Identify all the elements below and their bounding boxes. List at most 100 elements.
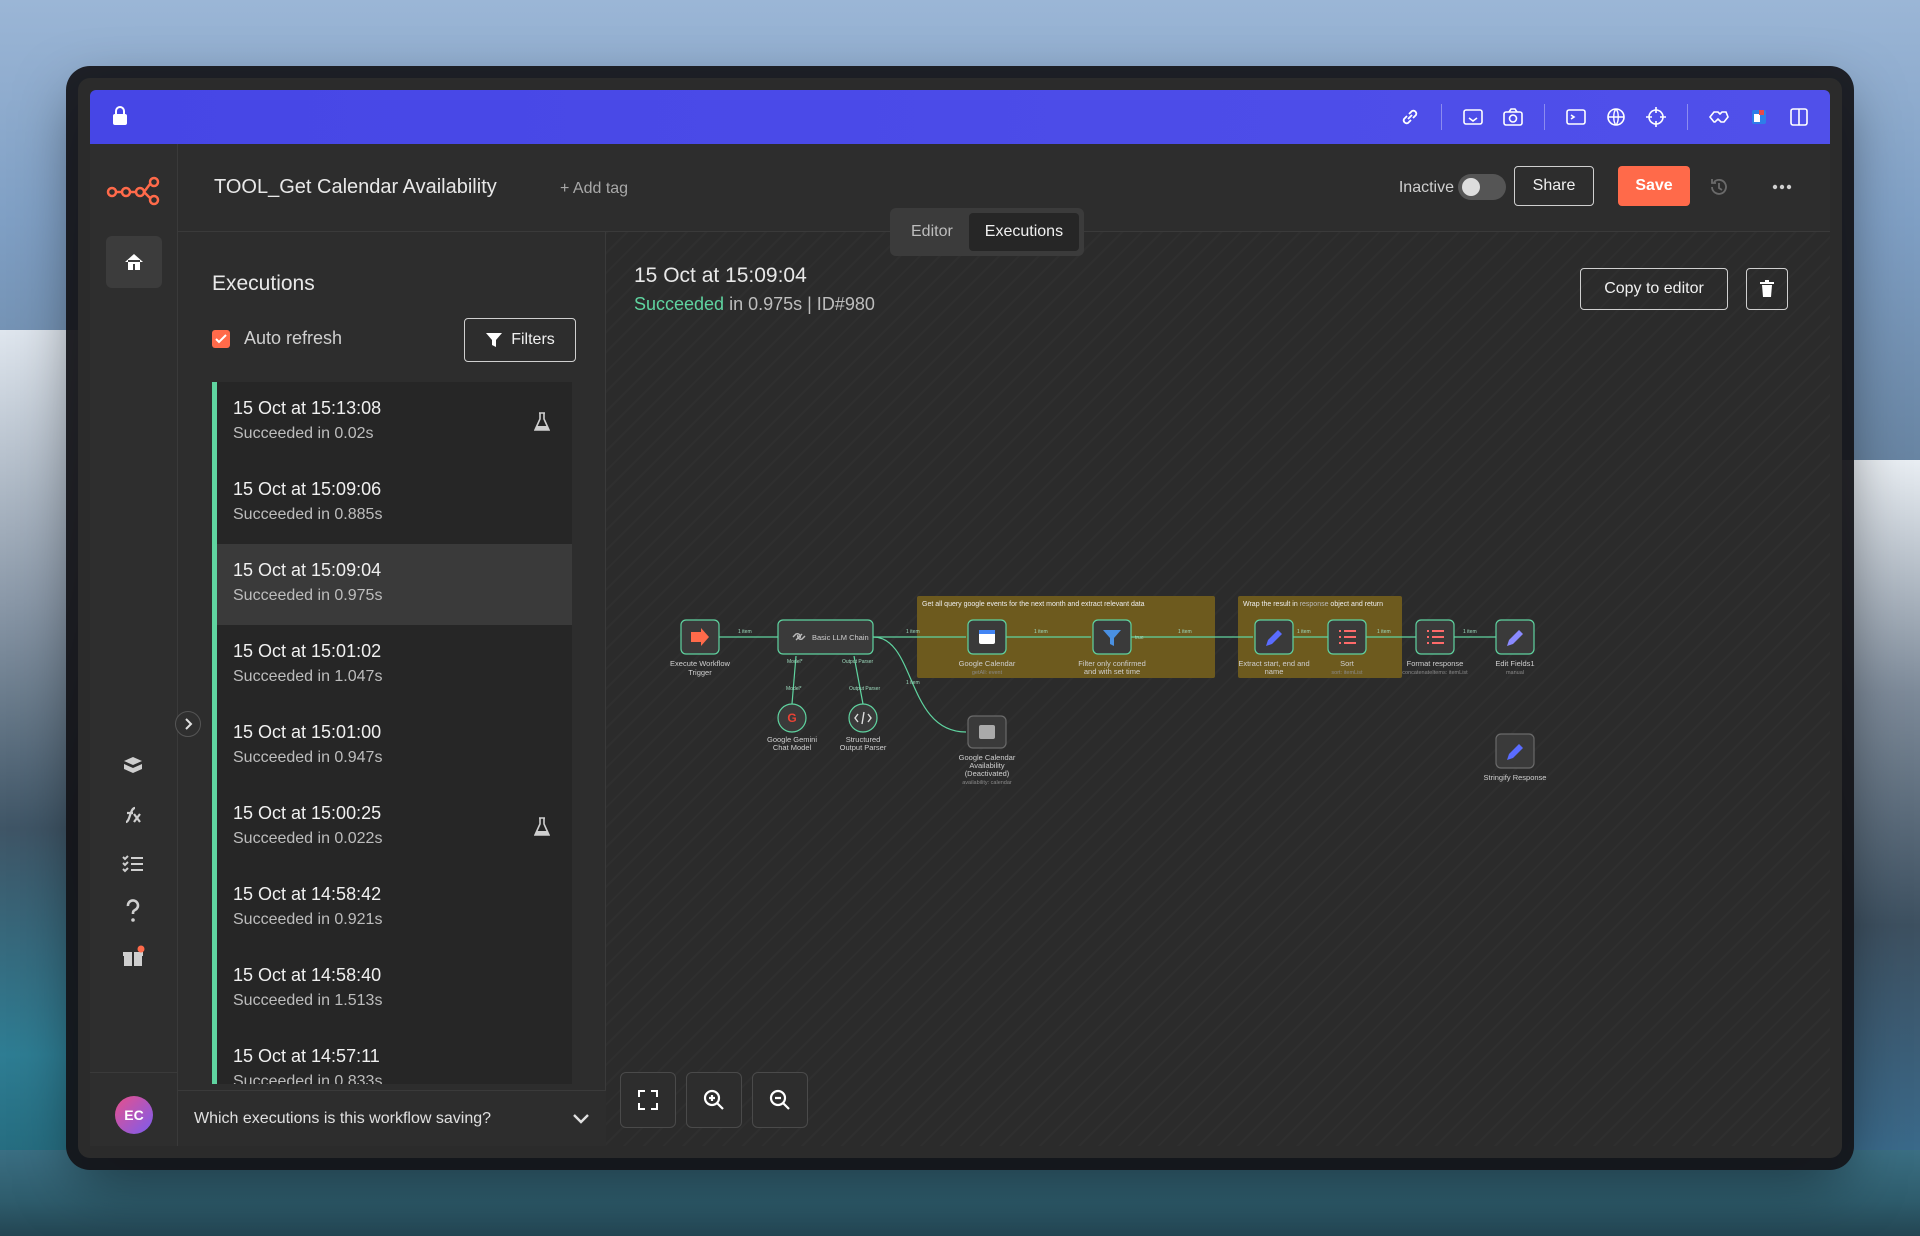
collapse-panel-button[interactable]: [175, 711, 201, 737]
fit-view-button[interactable]: [620, 1072, 676, 1128]
execution-item[interactable]: 15 Oct at 15:00:25 Succeeded in 0.022s: [212, 787, 572, 868]
edge-label: 1 item: [906, 629, 920, 635]
link-icon[interactable]: [1397, 104, 1423, 130]
execution-item[interactable]: 15 Oct at 15:09:06 Succeeded in 0.885s: [212, 463, 572, 544]
add-tag-button[interactable]: + Add tag: [560, 180, 628, 198]
execution-date: 15 Oct at 15:09:06: [233, 479, 382, 499]
edge-label: 1 item: [1297, 629, 1311, 635]
templates-icon[interactable]: [118, 750, 148, 780]
execution-date: 15 Oct at 15:00:25: [233, 803, 382, 823]
auto-refresh-checkbox[interactable]: [212, 329, 230, 348]
app-window: EC TOOL_Get Calendar Availability + Add …: [78, 78, 1842, 1158]
auto-refresh[interactable]: Auto refresh: [212, 328, 342, 349]
n8n-logo-icon[interactable]: [106, 172, 162, 211]
terminal-icon[interactable]: [1563, 104, 1589, 130]
execution-status: Succeeded in 0.885s: [233, 506, 383, 523]
workflow-title[interactable]: TOOL_Get Calendar Availability: [214, 176, 497, 199]
node-subtitle: getAll: event: [972, 670, 1003, 676]
browser-toolbar: [90, 90, 1830, 144]
edge-label: 1 item: [1463, 629, 1477, 635]
background-mountain-right: [1830, 460, 1920, 1236]
puzzle-icon[interactable]: [1746, 104, 1772, 130]
node-structured-output-parser[interactable]: Structured Output Parser: [840, 703, 887, 752]
camera-icon[interactable]: [1500, 104, 1526, 130]
node-subtitle: sort: itemList: [1331, 670, 1363, 676]
node-basic-llm-chain[interactable]: Basic LLM Chain: [777, 619, 874, 655]
execution-item[interactable]: 15 Oct at 15:13:08 Succeeded in 0.02s: [212, 382, 572, 463]
zoom-out-button[interactable]: [752, 1072, 808, 1128]
fullscreen-icon: [638, 1090, 658, 1110]
execution-status: Succeeded in 0.022s: [233, 830, 383, 847]
chevron-down-icon: [573, 1113, 589, 1124]
home-button[interactable]: [106, 236, 162, 288]
home-icon: [125, 254, 143, 270]
toolbar-divider: [1544, 104, 1545, 130]
execution-item-selected[interactable]: 15 Oct at 15:09:04 Succeeded in 0.975s: [212, 544, 572, 625]
globe-icon[interactable]: [1603, 104, 1629, 130]
more-options-icon[interactable]: [1770, 176, 1794, 198]
zoom-in-button[interactable]: [686, 1072, 742, 1128]
zoom-in-icon: [703, 1089, 724, 1110]
filters-label: Filters: [511, 331, 555, 348]
execution-status: Succeeded in 0.947s: [233, 749, 383, 766]
execution-status: Succeeded in 0.833s: [233, 1073, 383, 1084]
share-button[interactable]: Share: [1514, 166, 1594, 206]
node-format-response[interactable]: Format response concatenateItems: itemLi…: [1402, 619, 1468, 676]
execution-item[interactable]: 15 Oct at 14:58:42 Succeeded in 0.921s: [212, 868, 572, 949]
edge-label: 1 item: [1178, 629, 1192, 635]
execution-date: 15 Oct at 15:09:04: [233, 560, 382, 580]
edge-label: true: [1135, 635, 1144, 641]
user-avatar[interactable]: EC: [115, 1096, 153, 1134]
node-execute-workflow-trigger[interactable]: Execute Workflow Trigger: [670, 619, 731, 677]
execution-item[interactable]: 15 Oct at 15:01:02 Succeeded in 1.047s: [212, 625, 572, 706]
view-tabs: Editor Executions: [890, 208, 1085, 256]
edge-label: 1 item: [1377, 629, 1391, 635]
node-label: Trigger: [688, 668, 712, 677]
node-label: Google Calendar: [959, 659, 1016, 668]
sticky-note-2-text-pre: Wrap the result in: [1243, 601, 1300, 608]
workflow-diagram: Get all query google events for the next…: [670, 596, 1547, 786]
node-label: Chat Model: [773, 743, 812, 752]
sidebar-icon[interactable]: [1786, 104, 1812, 130]
history-icon[interactable]: [1708, 176, 1730, 198]
node-label: Execute Workflow: [670, 659, 730, 668]
node-label: name: [1265, 667, 1284, 676]
filters-button[interactable]: Filters: [464, 318, 576, 362]
help-icon[interactable]: [118, 896, 148, 926]
trash-icon: [1760, 280, 1774, 297]
save-button[interactable]: Save: [1618, 166, 1690, 206]
active-toggle[interactable]: [1458, 174, 1506, 200]
node-google-gemini[interactable]: G Google Gemini Chat Model: [767, 703, 817, 752]
tab-editor[interactable]: Editor: [895, 213, 969, 251]
gift-icon[interactable]: [118, 942, 148, 972]
node-label: (Deactivated): [965, 769, 1010, 778]
node-google-calendar-availability[interactable]: Google Calendar Availability (Deactivate…: [959, 715, 1016, 786]
node-subtitle: concatenateItems: itemList: [1402, 670, 1468, 676]
execution-item[interactable]: 15 Oct at 14:58:40 Succeeded in 1.513s: [212, 949, 572, 1030]
node-stringify-response[interactable]: Stringify Response: [1484, 733, 1547, 782]
variables-icon[interactable]: [118, 800, 148, 830]
execution-date: 15 Oct at 14:58:42: [233, 884, 382, 904]
execution-item[interactable]: 15 Oct at 14:57:11 Succeeded in 0.833s: [212, 1030, 572, 1084]
execution-canvas[interactable]: 15 Oct at 15:09:04 Succeeded in 0.975s |…: [606, 232, 1830, 1146]
left-rail: EC: [90, 144, 178, 1146]
extension-icon[interactable]: [1706, 104, 1732, 130]
node-edit-fields[interactable]: Edit Fields1 manual: [1495, 619, 1535, 676]
edge-label: Model*: [786, 686, 802, 692]
edge-label: Model*: [787, 659, 803, 665]
tab-executions[interactable]: Executions: [968, 213, 1080, 251]
saving-settings-dropdown[interactable]: Which executions is this workflow saving…: [178, 1090, 606, 1146]
execution-date: 15 Oct at 15:13:08: [233, 398, 382, 418]
checklist-icon[interactable]: [118, 848, 148, 878]
execution-date: 15 Oct at 15:01:00: [233, 722, 382, 742]
execution-status: Succeeded in 1.047s: [233, 668, 383, 685]
sticky-note-1-text: Get all query google events for the next…: [922, 601, 1145, 608]
execution-item[interactable]: 15 Oct at 15:01:00 Succeeded in 0.947s: [212, 706, 572, 787]
sticky-note-2-code: response: [1300, 601, 1329, 608]
execution-status: Succeeded in 1.513s: [233, 992, 383, 1009]
node-label: Output Parser: [840, 743, 887, 752]
node-label: and with set time: [1084, 667, 1140, 676]
screenshot-icon[interactable]: [1460, 104, 1486, 130]
executions-title: Executions: [212, 272, 315, 295]
crosshair-icon[interactable]: [1643, 104, 1669, 130]
